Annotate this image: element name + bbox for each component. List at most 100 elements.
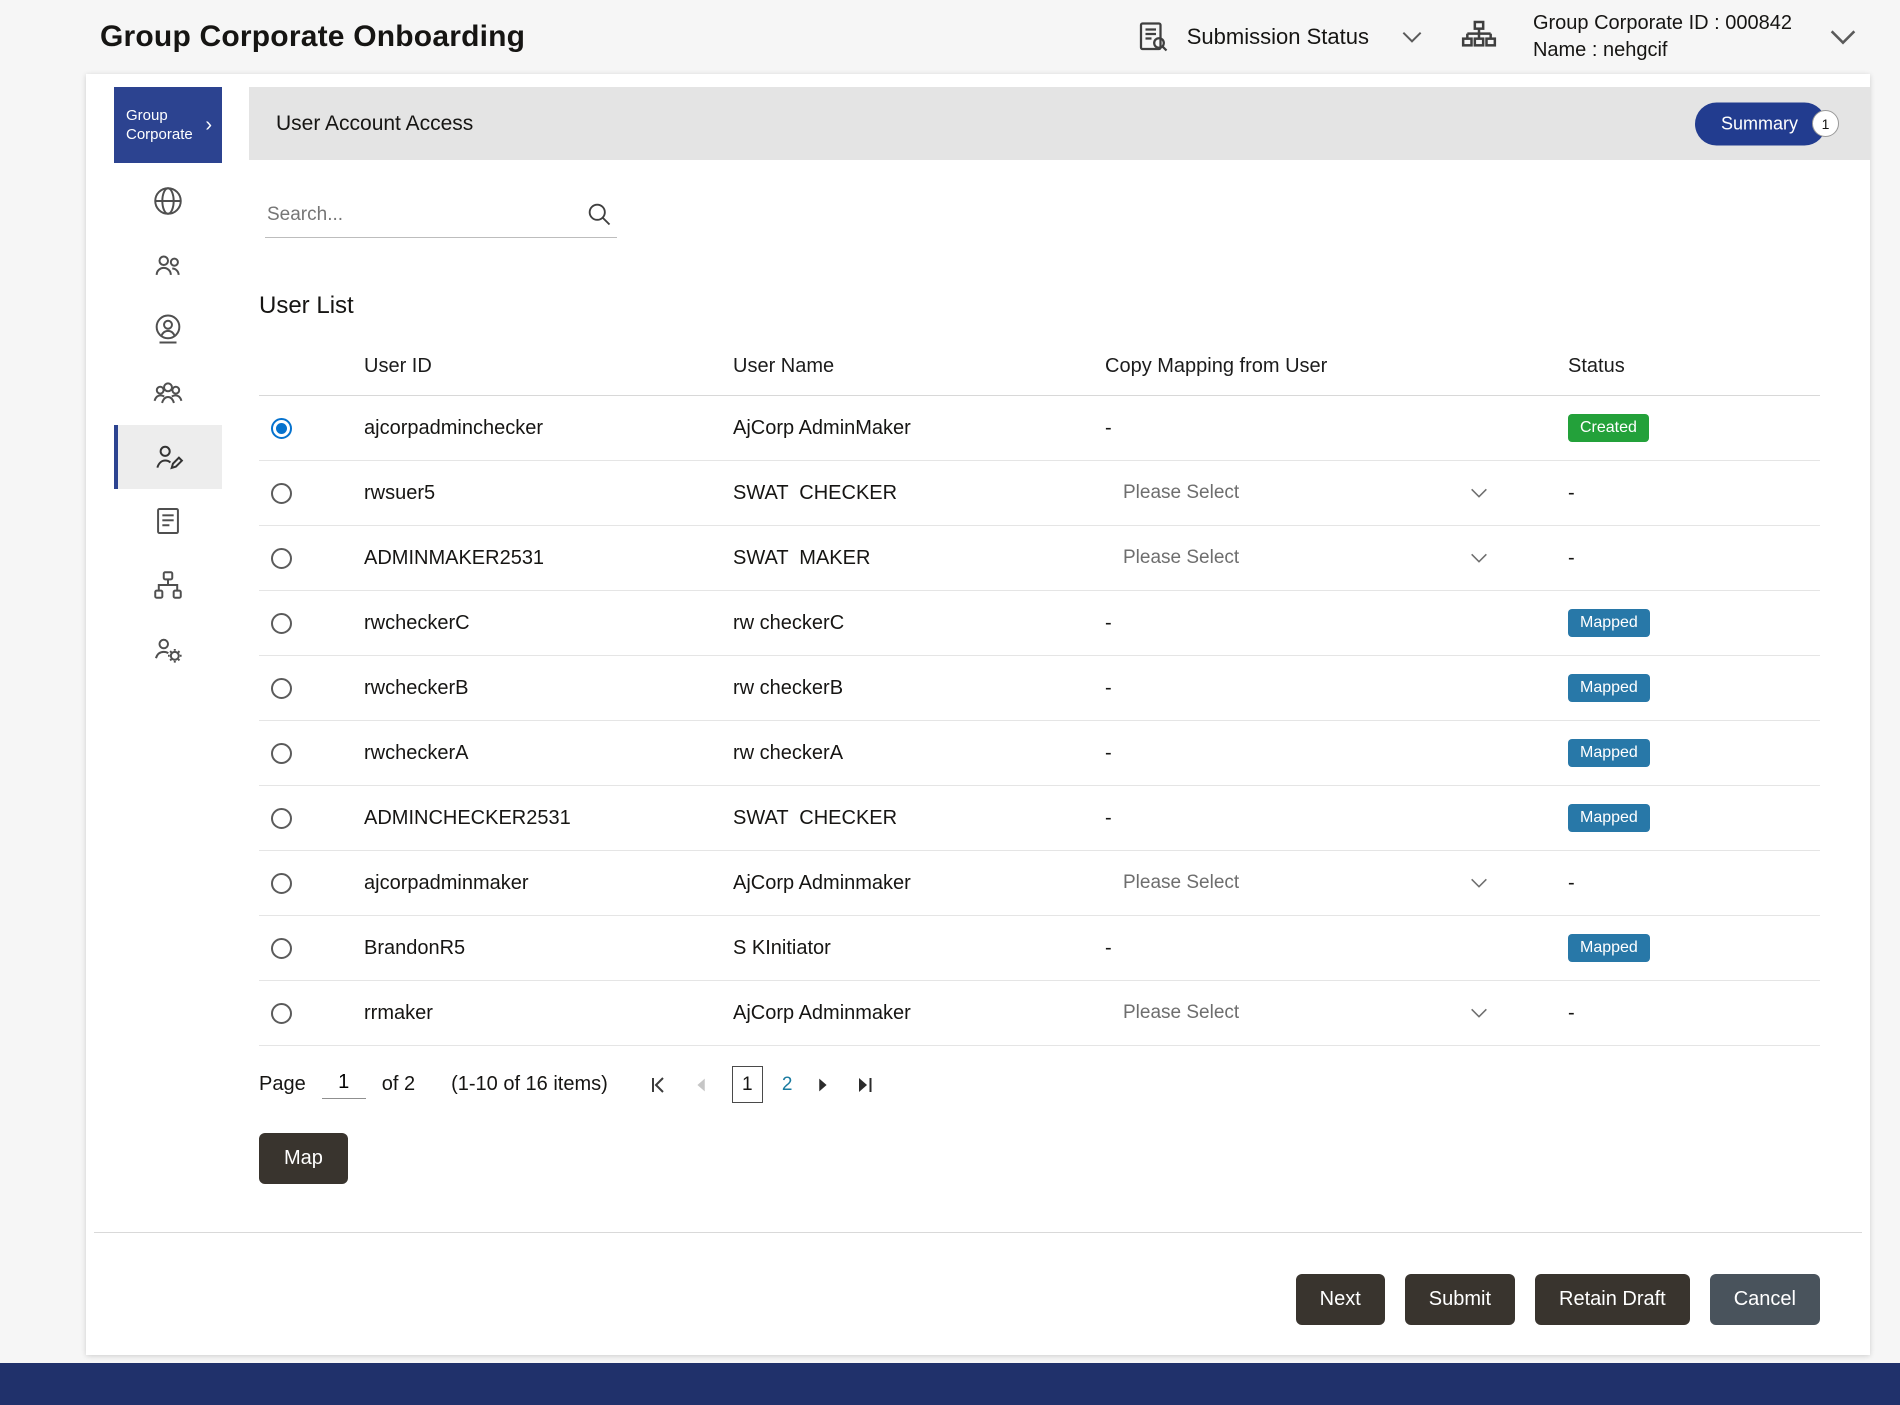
copy-mapping-cell: - [1105, 742, 1568, 765]
radio-cell [259, 483, 364, 504]
page-1-button[interactable]: 1 [732, 1066, 763, 1103]
row-radio-button[interactable] [271, 418, 292, 439]
users-icon [151, 248, 185, 282]
group-corporate-label: Group Corporate [126, 106, 205, 145]
copy-mapping-select[interactable]: Please Select [1123, 1002, 1490, 1024]
copy-mapping-cell: Please Select [1105, 872, 1568, 894]
copy-mapping-value: - [1105, 612, 1112, 634]
user-name-cell: SWAT MAKER [733, 547, 1105, 570]
copy-mapping-value: - [1105, 677, 1112, 699]
status-cell: - [1568, 482, 1820, 505]
workflow-icon [151, 568, 185, 602]
copy-mapping-value: - [1105, 742, 1112, 764]
user-id-cell: ADMINCHECKER2531 [364, 807, 733, 830]
user-id-cell: ajcorpadminchecker [364, 417, 733, 440]
status-cell: - [1568, 872, 1820, 895]
cancel-button[interactable]: Cancel [1710, 1274, 1820, 1325]
panel-title: User Account Access [276, 112, 473, 136]
summary-button[interactable]: Summary 1 [1695, 102, 1826, 145]
group-corporate-menu[interactable]: Group Corporate › [114, 87, 222, 163]
last-page-button[interactable] [852, 1073, 876, 1097]
sidebar-item-party-details[interactable] [114, 169, 222, 233]
sidebar-item-workflow[interactable] [114, 553, 222, 617]
retain-draft-button[interactable]: Retain Draft [1535, 1274, 1690, 1325]
sidebar: Group Corporate › [86, 74, 249, 1355]
footer-divider [94, 1232, 1862, 1233]
user-name-cell: AjCorp Adminmaker [733, 872, 1105, 895]
user-list-rows: ajcorpadmincheckerAjCorp AdminMaker-Crea… [259, 396, 1820, 1046]
next-page-button[interactable] [811, 1074, 833, 1096]
row-radio-button[interactable] [271, 483, 292, 504]
copy-mapping-cell: Please Select [1105, 482, 1568, 504]
user-name-cell: SWAT CHECKER [733, 482, 1105, 505]
sidebar-item-user-profile[interactable] [114, 297, 222, 361]
row-radio-button[interactable] [271, 678, 292, 699]
user-profile-icon [151, 312, 185, 346]
page-2-button[interactable]: 2 [782, 1074, 793, 1096]
user-id-cell: rwcheckerC [364, 612, 733, 635]
copy-mapping-select[interactable]: Please Select [1123, 482, 1490, 504]
table-row: ajcorpadminmakerAjCorp Adminmaker Please … [259, 851, 1820, 916]
chevron-down-icon [1399, 24, 1425, 50]
page-number-input[interactable] [322, 1071, 366, 1099]
column-header-status: Status [1568, 355, 1820, 378]
row-radio-button[interactable] [271, 938, 292, 959]
first-page-button[interactable] [648, 1073, 672, 1097]
chevron-down-icon[interactable] [1826, 20, 1860, 54]
status-cell: Mapped [1568, 934, 1820, 962]
action-buttons: Next Submit Retain Draft Cancel [1296, 1274, 1820, 1325]
submission-status-icon [1135, 19, 1171, 55]
row-radio-button[interactable] [271, 873, 292, 894]
submission-status-label: Submission Status [1187, 24, 1369, 50]
submit-button[interactable]: Submit [1405, 1274, 1515, 1325]
status-cell: - [1568, 547, 1820, 570]
copy-mapping-cell: Please Select [1105, 1002, 1568, 1024]
next-button[interactable]: Next [1296, 1274, 1385, 1325]
copy-mapping-placeholder: Please Select [1123, 1002, 1239, 1024]
status-badge: Mapped [1568, 674, 1650, 702]
chevron-right-icon: › [205, 112, 212, 138]
sidebar-item-user-management[interactable] [114, 617, 222, 681]
search-input[interactable] [265, 192, 617, 237]
sidebar-item-user-group[interactable] [114, 361, 222, 425]
copy-mapping-select[interactable]: Please Select [1123, 547, 1490, 569]
chevron-down-icon [1468, 482, 1490, 504]
top-header-right: Submission Status Group Corporate ID : 0… [1135, 10, 1860, 64]
sidebar-item-party-account-access[interactable] [114, 233, 222, 297]
copy-mapping-value: - [1105, 937, 1112, 959]
status-cell: Mapped [1568, 804, 1820, 832]
user-id-cell: rwsuer5 [364, 482, 733, 505]
row-radio-button[interactable] [271, 1003, 292, 1024]
sidebar-item-user-account-access[interactable] [114, 425, 222, 489]
pagination-controls: 1 2 [648, 1066, 877, 1103]
status-badge: Mapped [1568, 934, 1650, 962]
previous-page-button[interactable] [691, 1074, 713, 1096]
corporate-name: Name : nehgcif [1533, 37, 1792, 64]
row-radio-button[interactable] [271, 613, 292, 634]
table-header-row: User ID User Name Copy Mapping from User… [259, 338, 1820, 396]
column-header-user-name: User Name [733, 355, 1105, 378]
status-badge: Mapped [1568, 804, 1650, 832]
search-icon[interactable] [585, 200, 613, 228]
copy-mapping-cell: - [1105, 937, 1568, 960]
user-id-cell: rwcheckerA [364, 742, 733, 765]
sidebar-item-report-mapping[interactable] [114, 489, 222, 553]
user-id-cell: ajcorpadminmaker [364, 872, 733, 895]
status-cell: Created [1568, 414, 1820, 442]
row-radio-button[interactable] [271, 808, 292, 829]
page-title: Group Corporate Onboarding [100, 20, 525, 54]
chevron-down-icon [1468, 872, 1490, 894]
status-value: - [1568, 482, 1575, 504]
map-button[interactable]: Map [259, 1133, 348, 1184]
submission-status-dropdown[interactable]: Submission Status [1135, 19, 1425, 55]
hierarchy-icon[interactable] [1459, 17, 1499, 57]
column-header-user-id: User ID [364, 355, 733, 378]
user-name-cell: rw checkerB [733, 677, 1105, 700]
previous-page-icon [691, 1074, 713, 1096]
user-id-cell: ADMINMAKER2531 [364, 547, 733, 570]
copy-mapping-value: - [1105, 417, 1112, 439]
row-radio-button[interactable] [271, 743, 292, 764]
copy-mapping-select[interactable]: Please Select [1123, 872, 1490, 894]
row-radio-button[interactable] [271, 548, 292, 569]
copy-mapping-cell: - [1105, 417, 1568, 440]
